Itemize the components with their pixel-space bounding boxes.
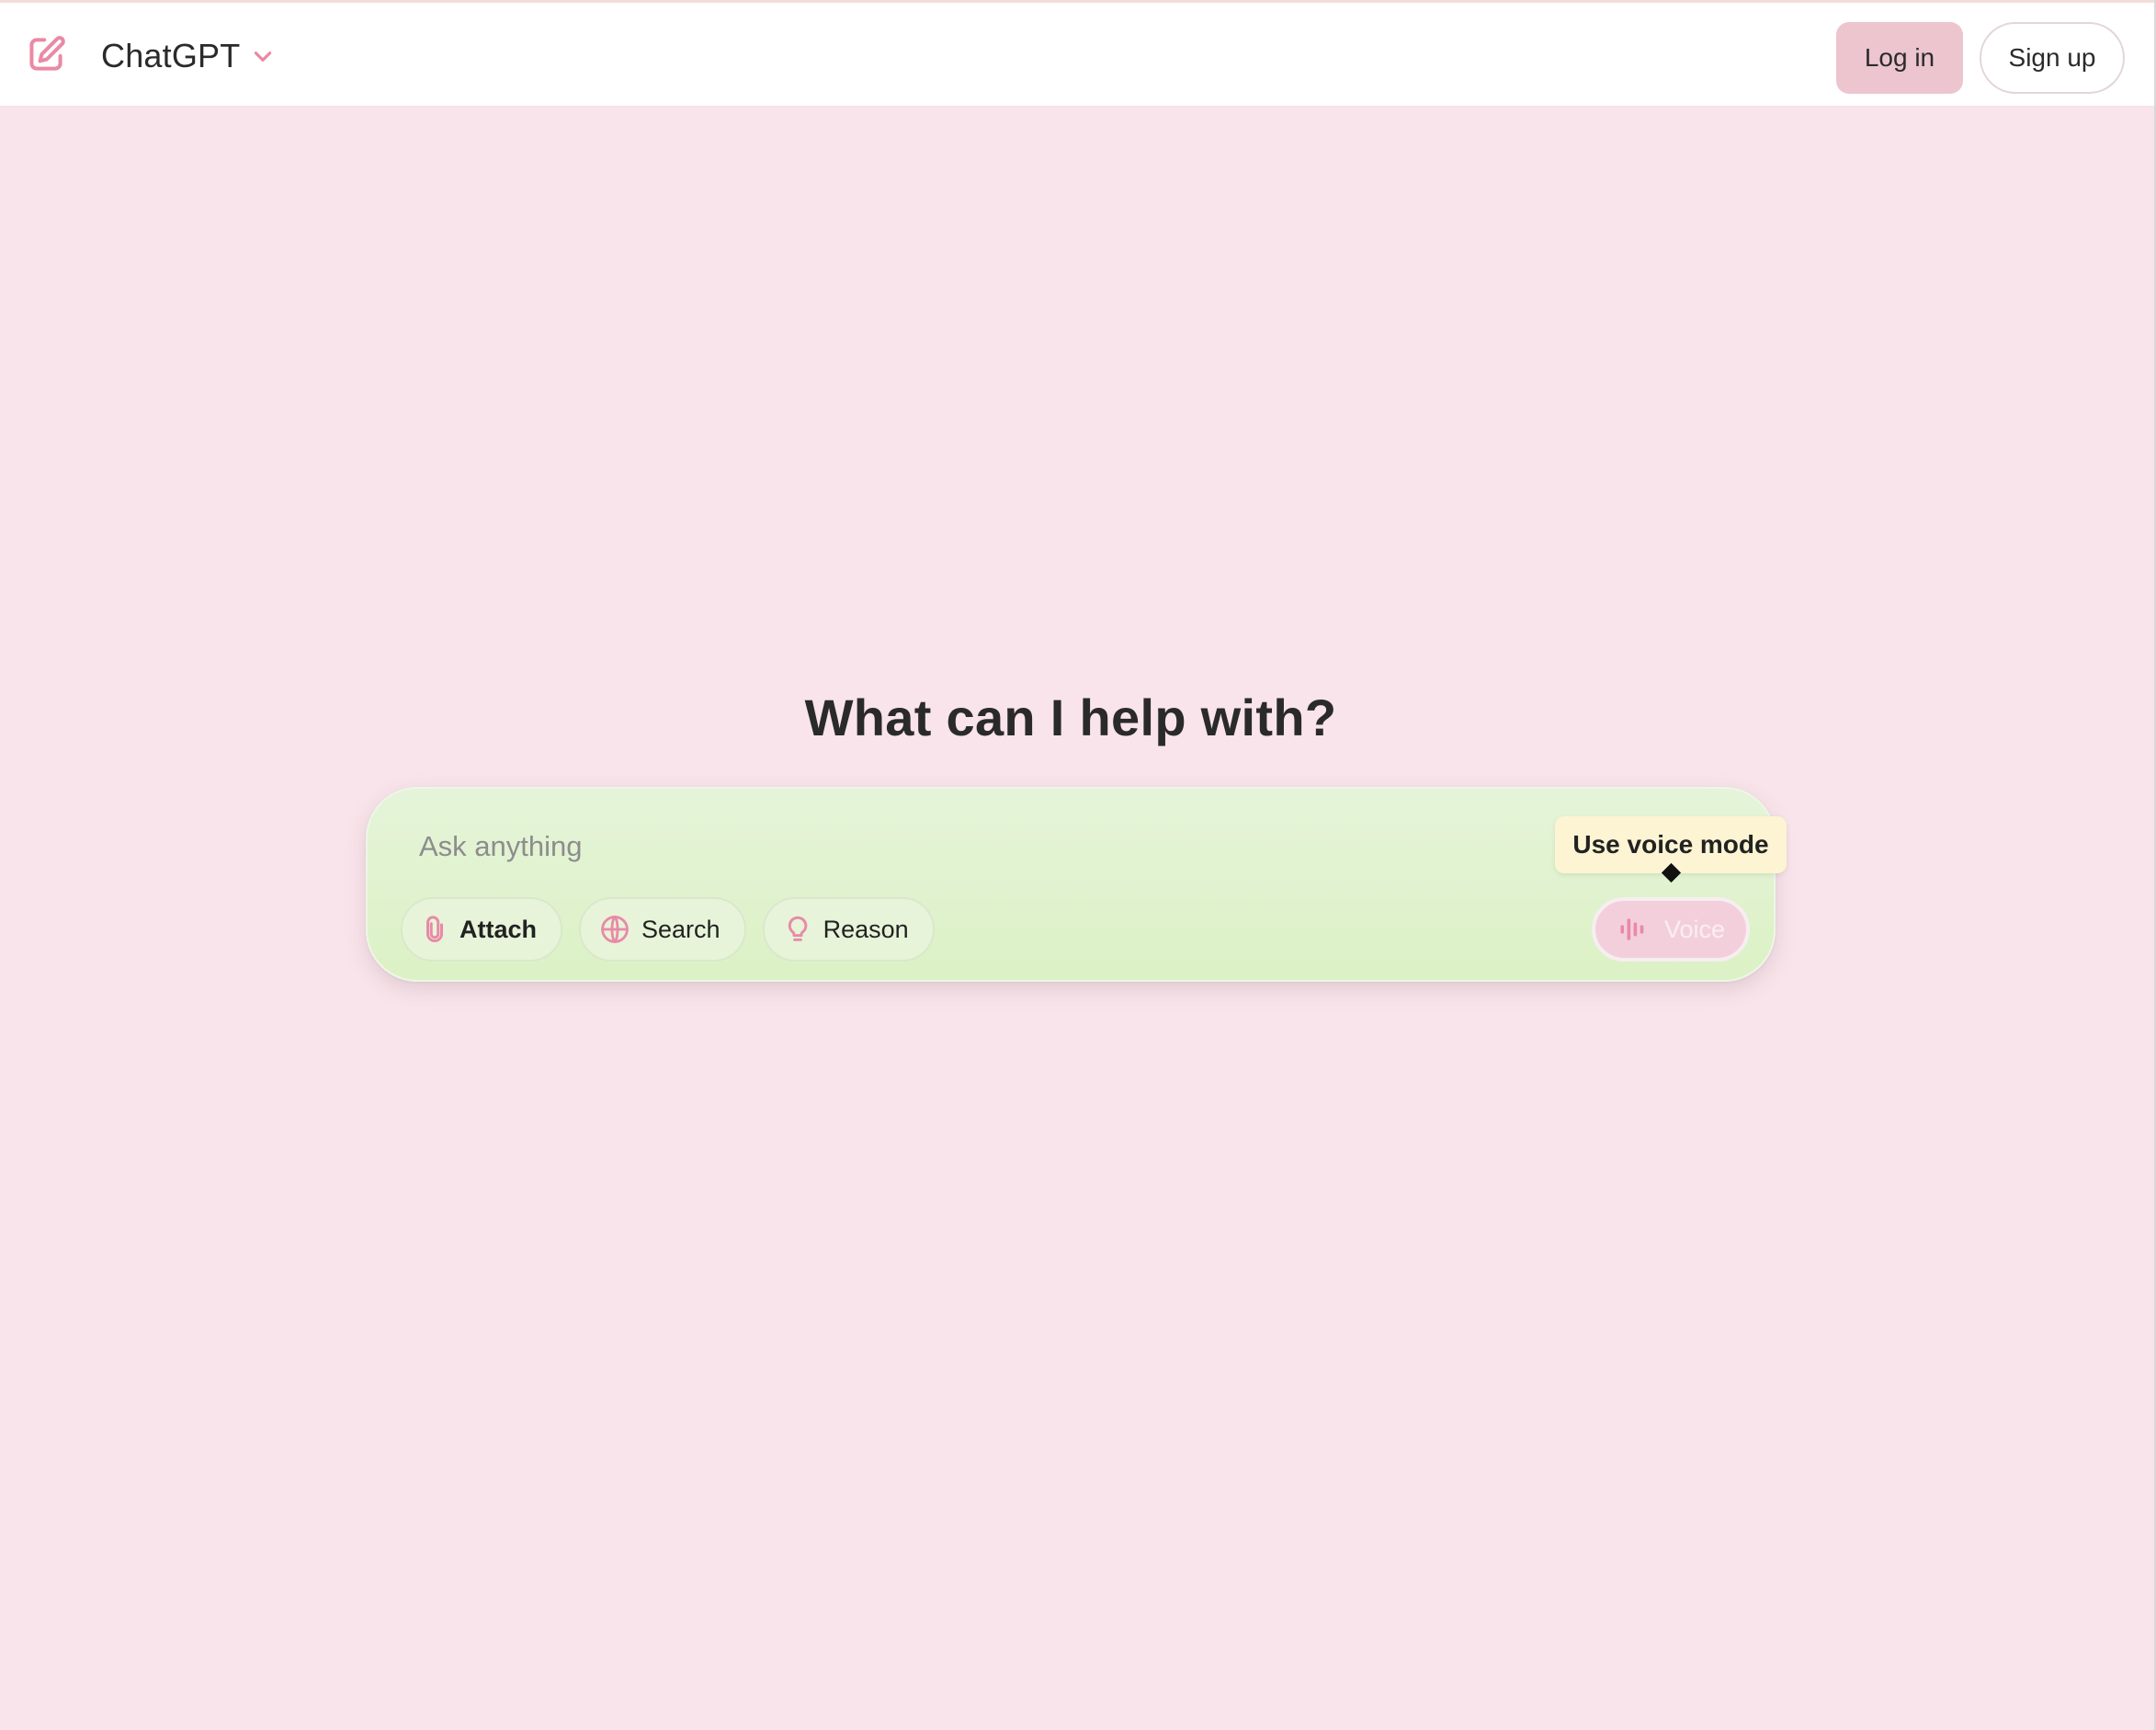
reason-label: Reason (823, 915, 909, 943)
paperclip-icon (426, 916, 443, 942)
voice-label: Voice (1663, 915, 1726, 943)
signup-button[interactable]: Sign up (1980, 22, 2125, 94)
page: ChatGPT Log in Sign up What can I help w… (0, 0, 2156, 1730)
prompt-input[interactable] (419, 822, 1430, 871)
chevron-down-icon (255, 51, 272, 62)
composer-tools: Attach Search Reason (401, 897, 935, 962)
auth-actions: Log in Sign up (1836, 22, 2125, 94)
attach-button[interactable]: Attach (401, 897, 563, 962)
page-title: What can I help with? (804, 689, 1337, 746)
login-button[interactable]: Log in (1836, 22, 1963, 94)
search-button[interactable]: Search (579, 897, 746, 962)
new-chat-button[interactable] (22, 30, 70, 78)
top-bar: ChatGPT Log in Sign up (0, 0, 2154, 107)
attach-label: Attach (460, 915, 538, 943)
edit-icon (29, 36, 65, 71)
model-selector[interactable]: ChatGPT (101, 30, 275, 82)
voice-button[interactable]: Voice (1592, 897, 1750, 962)
search-label: Search (641, 915, 721, 943)
globe-icon (601, 916, 629, 943)
model-name: ChatGPT (101, 37, 241, 74)
waveform-icon (1620, 918, 1644, 940)
lightbulb-icon (788, 916, 807, 941)
reason-button[interactable]: Reason (762, 897, 935, 962)
